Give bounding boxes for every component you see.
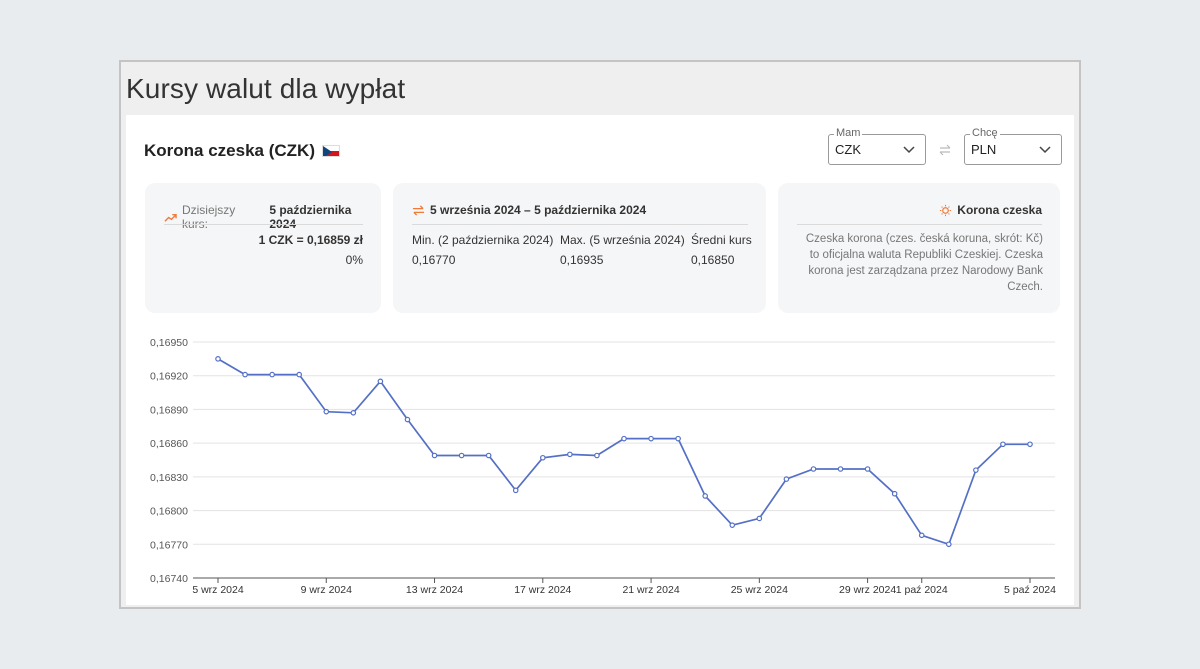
avg-label: Średni kurs — [691, 233, 752, 247]
x-tick-label: 25 wrz 2024 — [731, 584, 788, 596]
info-text: Czeska korona (czes. česká koruna, skrót… — [805, 233, 1043, 293]
x-tick-label: 13 wrz 2024 — [406, 584, 463, 596]
data-point — [242, 371, 248, 378]
x-tick-label: 21 wrz 2024 — [622, 584, 679, 596]
y-tick-label: 0,16920 — [150, 371, 188, 383]
currency-panel: Korona czeska (CZK) Mam CZK Chcę PLN Dzi… — [126, 115, 1074, 605]
data-point — [431, 452, 438, 459]
today-rate-card: Dzisiejszy kurs: 5 października 2024 1 C… — [145, 183, 381, 313]
data-point — [702, 493, 709, 499]
data-point — [783, 476, 790, 482]
data-point — [810, 466, 817, 472]
swap-arrows-icon[interactable] — [938, 143, 952, 157]
avg-value: 0,16850 — [691, 253, 735, 267]
data-point — [1027, 441, 1033, 448]
data-point — [945, 541, 952, 548]
data-point — [756, 515, 763, 522]
data-point — [323, 408, 330, 415]
data-point — [377, 378, 384, 385]
swap-arrows-icon — [412, 204, 425, 216]
y-tick-label: 0,16800 — [150, 506, 188, 518]
data-point — [269, 371, 275, 378]
data-point — [512, 487, 519, 494]
max-value: 0,16935 — [560, 253, 604, 267]
to-currency-value: PLN — [971, 142, 997, 157]
to-currency-select[interactable]: Chcę PLN — [964, 127, 1062, 165]
data-point — [729, 522, 736, 528]
today-rate-date: 5 października 2024 — [269, 203, 352, 231]
data-point — [485, 452, 492, 459]
max-label: Max. (5 września 2024) — [560, 233, 685, 247]
data-point — [837, 466, 844, 472]
exchange-rates-frame: Kursy walut dla wypłat Korona czeska (CZ… — [119, 60, 1081, 609]
info-header: Korona czeska — [939, 203, 1042, 217]
series-line — [217, 358, 1030, 546]
range-card: 5 września 2024 – 5 października 2024 Mi… — [393, 183, 766, 313]
y-tick-label: 0,16950 — [150, 337, 188, 349]
data-point — [404, 416, 411, 423]
currency-title: Korona czeska (CZK) — [144, 141, 340, 161]
page-header: Kursy walut dla wypłat — [121, 62, 1079, 115]
data-point — [864, 466, 871, 472]
range-header: 5 września 2024 – 5 października 2024 — [412, 203, 646, 217]
info-title: Korona czeska — [957, 203, 1042, 217]
data-point — [215, 356, 221, 362]
x-tick-label: 9 wrz 2024 — [301, 584, 353, 596]
data-point — [350, 410, 357, 416]
today-rate-value: 1 CZK = 0,16859 zł — [258, 233, 363, 247]
divider — [164, 224, 363, 225]
x-tick-label: 17 wrz 2024 — [514, 584, 571, 596]
min-label: Min. (2 października 2024) — [412, 233, 554, 247]
lightbulb-icon — [940, 204, 952, 216]
today-rate-label: Dzisiejszy kurs: — [181, 203, 236, 231]
data-point — [539, 454, 546, 461]
from-currency-label: Mam — [834, 127, 863, 139]
page-title: Kursy walut dla wypłat — [126, 72, 406, 104]
y-tick-label: 0,16830 — [150, 472, 188, 484]
min-value: 0,16770 — [412, 253, 456, 267]
today-rate-change: 0% — [345, 253, 363, 267]
czech-flag-icon — [321, 145, 340, 157]
x-tick-label: 5 paź 2024 — [1004, 584, 1056, 596]
chevron-down-icon — [1039, 146, 1051, 154]
divider — [412, 224, 748, 225]
range-title: 5 września 2024 – 5 października 2024 — [430, 203, 647, 217]
data-point — [458, 452, 465, 459]
divider — [797, 224, 1042, 225]
data-point — [675, 435, 681, 442]
data-point — [296, 371, 303, 378]
x-tick-label: 5 wrz 2024 — [192, 584, 244, 596]
data-point — [918, 532, 925, 539]
y-tick-label: 0,16890 — [150, 404, 188, 416]
data-point — [567, 451, 573, 458]
today-rate-header: Dzisiejszy kurs: 5 października 2024 — [164, 203, 381, 231]
data-point — [594, 452, 600, 459]
data-point — [648, 435, 654, 442]
x-tick-label: 1 paź 2024 — [896, 584, 948, 596]
data-point — [973, 467, 979, 473]
exchange-rate-chart: 0,16950 0,16920 0,16890 0,16860 0,16830 0,168… — [150, 337, 1056, 596]
data-point — [891, 490, 898, 497]
to-currency-label: Chcę — [970, 127, 1000, 139]
data-point — [1000, 441, 1006, 448]
y-tick-label: 0,16770 — [150, 539, 188, 551]
data-point — [621, 435, 627, 442]
y-tick-label: 0,16860 — [150, 438, 188, 450]
trending-up-icon — [164, 213, 177, 222]
info-card: Korona czeska Czeska korona (czes. česká… — [778, 183, 1060, 313]
chevron-down-icon — [903, 146, 915, 154]
currency-name: Korona czeska (CZK) — [144, 141, 315, 160]
y-tick-label: 0,16740 — [150, 573, 188, 585]
from-currency-select[interactable]: Mam CZK — [828, 127, 926, 165]
from-currency-value: CZK — [835, 142, 861, 157]
x-tick-label: 29 wrz 2024 — [839, 584, 896, 596]
